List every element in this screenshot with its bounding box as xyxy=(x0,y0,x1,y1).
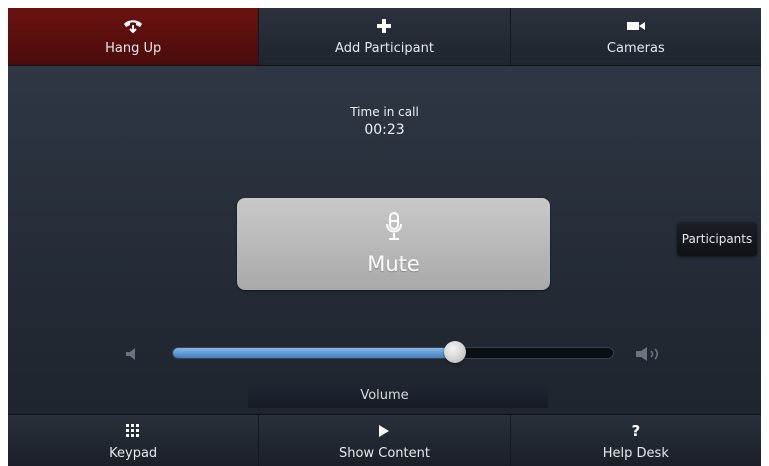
microphone-icon xyxy=(385,212,403,246)
volume-slider-thumb[interactable] xyxy=(444,341,466,363)
help-desk-label: Help Desk xyxy=(602,445,669,461)
keypad-label: Keypad xyxy=(109,445,158,461)
add-participant-button[interactable]: Add Participant xyxy=(259,8,511,65)
call-screen: Hang Up Add Participant Cameras Time in … xyxy=(8,8,761,466)
show-content-button[interactable]: Show Content xyxy=(259,415,511,466)
bottom-toolbar: Keypad Show Content ? Help Desk xyxy=(8,414,761,466)
speaker-low-icon[interactable] xyxy=(124,346,140,365)
add-participant-label: Add Participant xyxy=(335,41,434,56)
video-camera-icon xyxy=(626,17,646,35)
volume-label: Volume xyxy=(360,388,409,403)
participants-button[interactable]: Participants xyxy=(677,222,757,256)
mute-button[interactable]: Mute xyxy=(237,198,550,290)
keypad-button[interactable]: Keypad xyxy=(8,415,260,466)
hang-up-label: Hang Up xyxy=(105,41,162,56)
keypad-grid-icon xyxy=(126,422,140,440)
time-in-call-label: Time in call xyxy=(350,105,419,119)
cameras-label: Cameras xyxy=(606,41,665,56)
top-toolbar: Hang Up Add Participant Cameras xyxy=(8,8,761,66)
call-timer: 00:23 xyxy=(364,122,405,138)
help-desk-button[interactable]: ? Help Desk xyxy=(511,415,761,466)
hang-up-button[interactable]: Hang Up xyxy=(8,8,260,65)
participants-label: Participants xyxy=(681,232,753,246)
speaker-high-icon[interactable] xyxy=(634,346,664,366)
show-content-label: Show Content xyxy=(339,445,430,461)
volume-slider[interactable] xyxy=(172,341,614,363)
volume-fill xyxy=(173,348,455,358)
mute-label: Mute xyxy=(367,252,420,276)
question-mark-icon: ? xyxy=(631,421,641,440)
play-icon xyxy=(378,422,390,440)
plus-icon xyxy=(376,17,392,35)
phone-hangup-icon xyxy=(122,17,144,35)
cameras-button[interactable]: Cameras xyxy=(511,8,761,65)
